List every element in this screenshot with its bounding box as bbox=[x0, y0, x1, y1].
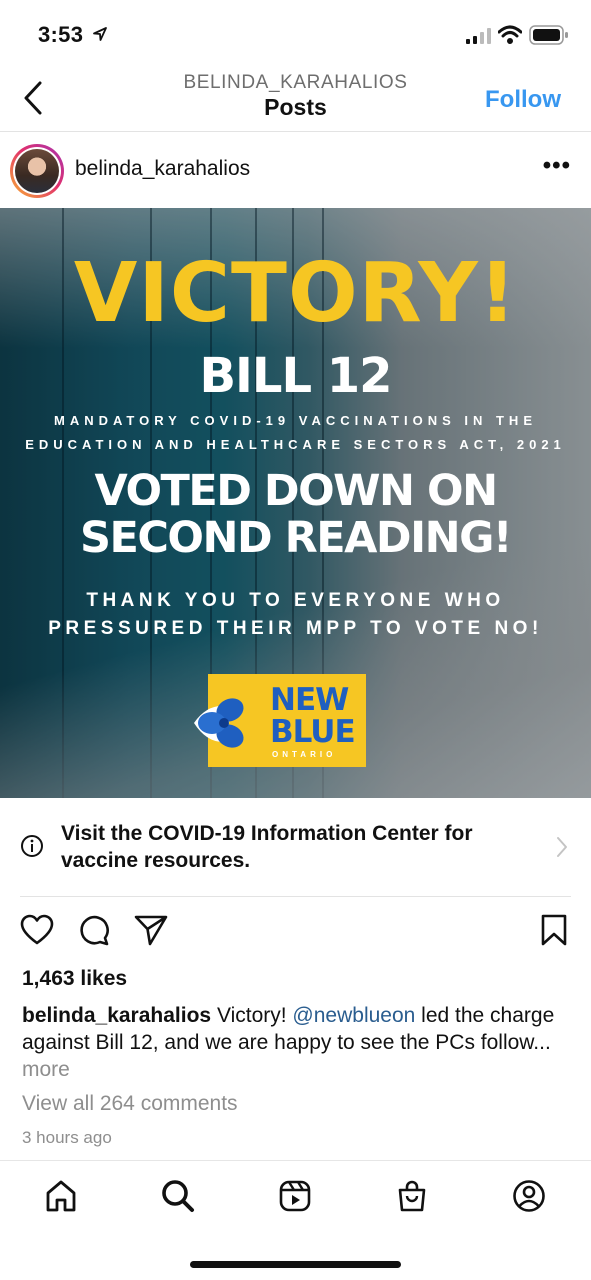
info-banner-text: Visit the COVID-19 Information Center fo… bbox=[61, 822, 473, 872]
image-thanks-line-2: PRESSURED THEIR MPP TO VOTE NO! bbox=[48, 618, 543, 639]
view-comments-link[interactable]: View all 264 comments bbox=[22, 1092, 238, 1116]
logo-text-blue: BLUE bbox=[270, 714, 356, 750]
divider bbox=[20, 896, 571, 897]
caption-text-start: Victory! bbox=[216, 1004, 287, 1027]
heart-icon[interactable] bbox=[20, 914, 54, 946]
post-timestamp: 3 hours ago bbox=[22, 1128, 112, 1147]
avatar-story-ring[interactable] bbox=[10, 144, 64, 198]
comment-icon[interactable] bbox=[78, 914, 110, 946]
signal-icon bbox=[466, 28, 491, 44]
image-act-line-1: MANDATORY COVID-19 VACCINATIONS IN THE bbox=[53, 413, 537, 428]
caption-username[interactable]: belinda_karahalios bbox=[22, 1004, 211, 1027]
shop-icon[interactable] bbox=[395, 1179, 429, 1213]
status-bar: 3:53 bbox=[0, 0, 591, 66]
more-options-icon[interactable]: ••• bbox=[543, 152, 571, 180]
wifi-icon bbox=[498, 25, 522, 44]
image-voted-line-1: VOTED DOWN ON bbox=[94, 466, 498, 516]
status-time: 3:53 bbox=[38, 22, 84, 47]
post-username[interactable]: belinda_karahalios bbox=[75, 157, 250, 181]
location-arrow-icon bbox=[93, 27, 107, 41]
image-thanks-line-1: THANK YOU TO EVERYONE WHO bbox=[86, 590, 505, 611]
follow-button[interactable]: Follow bbox=[485, 86, 561, 114]
image-bill-title: BILL 12 bbox=[199, 348, 392, 404]
image-act-line-2: EDUCATION AND HEALTHCARE SECTORS ACT, 20… bbox=[25, 437, 566, 452]
post-caption: belinda_karahalios Victory! @newblueon l… bbox=[22, 1002, 570, 1083]
bookmark-icon[interactable] bbox=[540, 914, 568, 946]
battery-icon bbox=[529, 25, 568, 45]
share-icon[interactable] bbox=[134, 914, 168, 946]
avatar[interactable] bbox=[15, 149, 59, 193]
profile-posts-header: BELINDA_KARAHALIOS Posts Follow bbox=[0, 66, 591, 132]
caption-more-link[interactable]: more bbox=[22, 1058, 70, 1081]
search-icon[interactable] bbox=[161, 1179, 195, 1213]
profile-icon[interactable] bbox=[512, 1179, 546, 1213]
caption-mention[interactable]: @newblueon bbox=[292, 1004, 415, 1027]
post-header: belinda_karahalios ••• bbox=[0, 132, 591, 208]
covid-info-banner[interactable]: Visit the COVID-19 Information Center fo… bbox=[0, 798, 591, 896]
image-voted-line-2: SECOND READING! bbox=[80, 513, 512, 563]
trillium-logo-icon bbox=[194, 698, 244, 748]
bottom-tab-bar bbox=[0, 1160, 591, 1280]
logo-text-ontario: ONTARIO bbox=[272, 750, 337, 759]
info-icon bbox=[21, 835, 43, 857]
post-image[interactable]: VICTORY! BILL 12 MANDATORY COVID-19 VACC… bbox=[0, 208, 591, 798]
logo-text-new: NEW bbox=[270, 682, 349, 718]
chevron-right-icon bbox=[557, 837, 567, 857]
reels-icon[interactable] bbox=[278, 1179, 312, 1213]
like-count[interactable]: 1,463 likes bbox=[22, 967, 127, 991]
image-headline: VICTORY! bbox=[73, 246, 518, 341]
home-icon[interactable] bbox=[44, 1179, 78, 1213]
home-indicator[interactable] bbox=[190, 1261, 401, 1268]
